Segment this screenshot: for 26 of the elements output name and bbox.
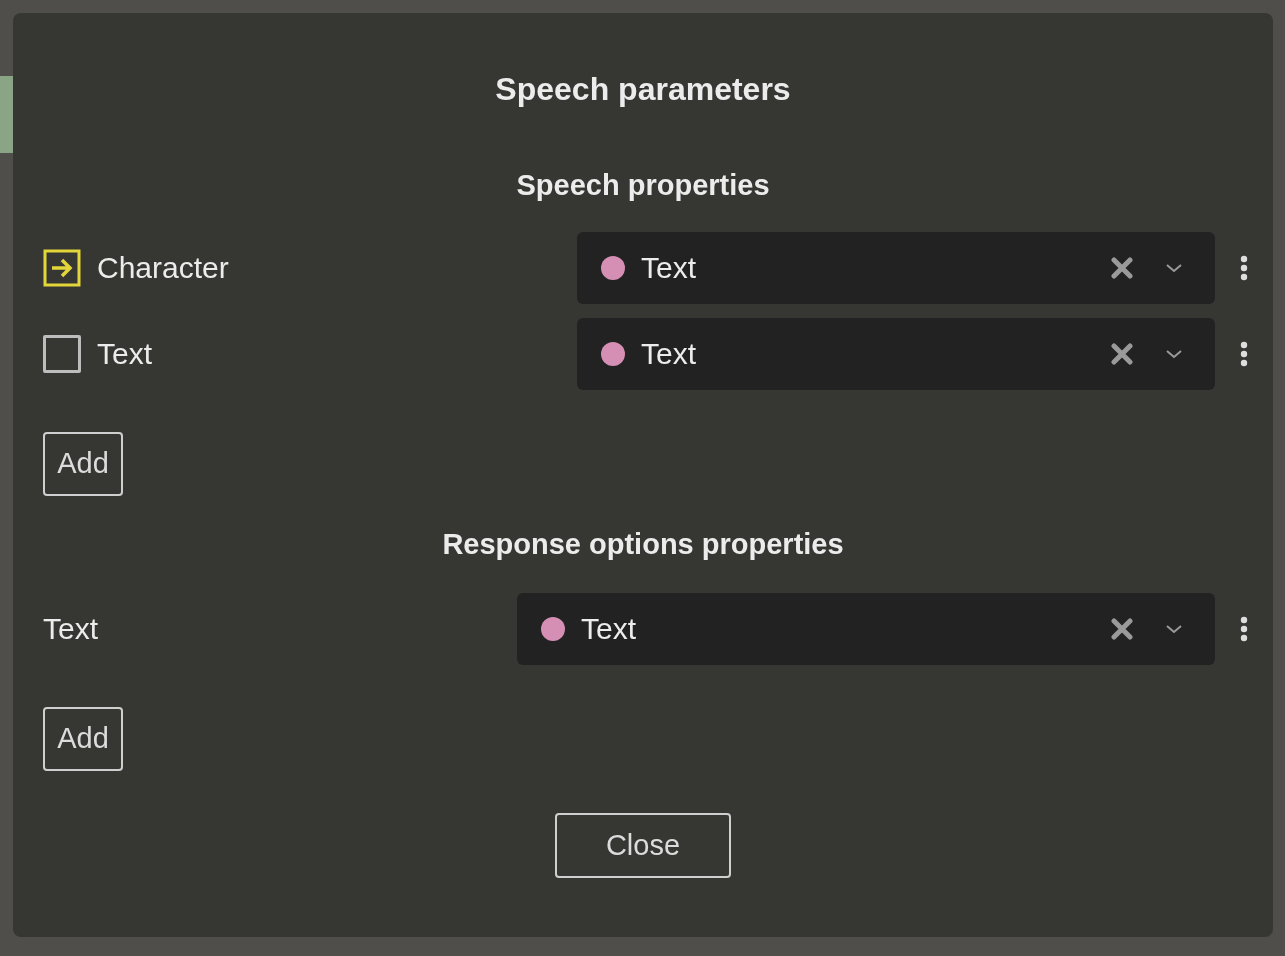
section-heading: Speech properties — [515, 171, 771, 200]
chevron-down-icon[interactable] — [1165, 262, 1183, 274]
property-label: Character — [97, 253, 229, 283]
more-options-icon[interactable] — [1240, 255, 1248, 281]
dialog-title: Speech parameters — [494, 73, 792, 105]
chevron-down-icon[interactable] — [1165, 623, 1183, 635]
clear-icon[interactable] — [1111, 343, 1133, 365]
section-heading: Response options properties — [441, 530, 845, 559]
clear-icon[interactable] — [1111, 618, 1133, 640]
property-dropdown[interactable]: Text — [577, 232, 1215, 304]
dropdown-value: Text — [641, 253, 698, 283]
more-options-icon[interactable] — [1240, 616, 1248, 642]
add-button[interactable]: Add — [43, 707, 123, 771]
checkbox[interactable] — [43, 335, 81, 373]
dropdown-value: Text — [581, 614, 638, 644]
close-button[interactable]: Close — [555, 813, 731, 878]
property-dropdown[interactable]: Text — [577, 318, 1215, 390]
chevron-down-icon[interactable] — [1165, 348, 1183, 360]
clear-icon[interactable] — [1111, 257, 1133, 279]
more-options-icon[interactable] — [1240, 341, 1248, 367]
property-label: Text — [43, 614, 99, 644]
arrow-box-icon — [43, 249, 81, 287]
dropdown-value: Text — [641, 339, 698, 369]
add-button[interactable]: Add — [43, 432, 123, 496]
property-label: Text — [97, 339, 153, 369]
property-dropdown[interactable]: Text — [517, 593, 1215, 665]
